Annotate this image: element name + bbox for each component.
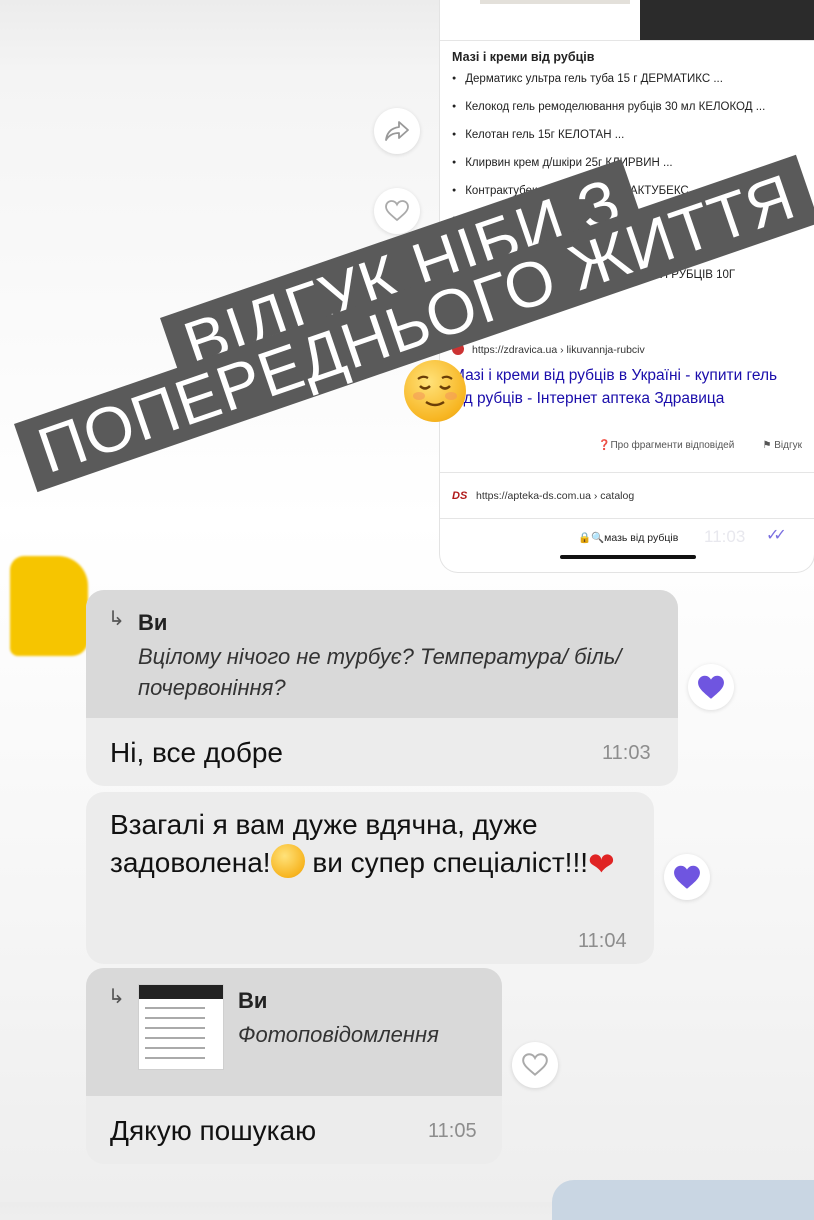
search-icon: 🔍 <box>591 532 605 544</box>
address-bar[interactable]: 🔒🔍мазь від рубців <box>578 531 678 544</box>
heart-outline-icon <box>522 1053 548 1076</box>
home-indicator <box>560 555 696 559</box>
message-time: 11:04 <box>578 930 627 952</box>
heart-purple-icon <box>698 675 724 699</box>
message-bubble[interactable]: ↳ Ви Фотоповідомлення Дякую пошукаю 11:0… <box>86 968 502 1164</box>
thumb-line <box>145 1047 205 1049</box>
list-item[interactable]: Келокод гель ремоделювання рубців 30 мл … <box>452 98 765 126</box>
message-time: 11:03 <box>602 742 651 764</box>
more-link[interactable]: Більше... <box>452 298 498 310</box>
flag-icon: ⚑ <box>762 440 775 451</box>
divider <box>440 472 814 473</box>
list-item[interactable]: Дерматикс ультра гель туба 15 г ДЕРМАТИК… <box>452 70 765 98</box>
list-item[interactable]: СТРАТАДЕРМ ГЕЛЬ ДЛЯ ЛІКУВАННЯ РУБЦІВ 10Г <box>452 266 765 294</box>
photo-thumbnail[interactable] <box>138 984 224 1070</box>
share-button[interactable] <box>374 108 420 154</box>
reply-author: Ви <box>138 610 168 635</box>
dark-image-block <box>640 0 814 40</box>
source-url[interactable]: https://zdravica.ua › likuvannja-rubciv <box>472 344 645 356</box>
message-text: Взагалі я вам дуже вдячна, дуже задоволе… <box>110 809 615 882</box>
reply-quote[interactable]: ↳ Ви Фотоповідомлення <box>86 968 502 1096</box>
reply-text: Фотоповідомлення <box>238 1022 439 1047</box>
red-heart-emoji-icon: ❤ <box>588 846 615 882</box>
list-item[interactable]: Гель силікон. 15 ... <box>452 238 765 266</box>
source-url-ds[interactable]: https://apteka-ds.com.ua › catalog <box>476 490 634 502</box>
ds-logo: DS <box>452 490 468 502</box>
reaction-button[interactable] <box>512 1042 558 1088</box>
smiley-emoji-icon <box>270 844 305 878</box>
message-bubble[interactable]: ↳ Ви Вцілому нічого не турбує? Температу… <box>86 590 678 786</box>
thumb-line <box>145 1037 205 1039</box>
reply-text: Вцілому нічого не турбує? Температура/ б… <box>138 644 622 700</box>
message-time: 11:03 <box>704 527 746 546</box>
list-item[interactable]: Клирвин крем д/шкіри 25г КЛИРВИН ... <box>452 154 765 182</box>
avatar[interactable] <box>10 556 88 656</box>
lock-icon: 🔒 <box>578 532 592 544</box>
product-image-strip <box>480 0 630 4</box>
feedback-link[interactable]: ⚑ Відгук <box>763 440 803 451</box>
reaction-button[interactable] <box>664 854 710 900</box>
thumb-line <box>145 1007 205 1009</box>
next-message-bubble[interactable] <box>552 1180 814 1220</box>
heart-outline-icon <box>385 200 409 222</box>
message-text: Ні, все добре <box>110 737 284 768</box>
reply-quote[interactable]: ↳ Ви Вцілому нічого не турбує? Температу… <box>86 590 678 718</box>
relieved-face-emoji-icon <box>404 360 466 422</box>
thumb-line <box>145 1017 205 1019</box>
result-heading: Мазі і креми від рубців <box>452 50 595 64</box>
reaction-button[interactable] <box>688 664 734 710</box>
list-item[interactable]: Келотан гель 15г КЕЛОТАН ... <box>452 126 765 154</box>
reply-author: Ви <box>238 988 268 1013</box>
divider <box>440 40 814 41</box>
message-bubble[interactable]: Взагалі я вам дуже вдячна, дуже задоволе… <box>86 792 654 964</box>
heart-purple-icon <box>674 865 700 889</box>
like-button[interactable] <box>374 188 420 234</box>
thumb-line <box>145 1057 205 1059</box>
share-icon <box>385 121 409 141</box>
search-screenshot-card: Мазі і креми від рубців Дерматикс ультра… <box>440 0 814 572</box>
thumb-line <box>145 1027 205 1029</box>
site-favicon-icon <box>452 343 464 355</box>
divider <box>440 518 814 519</box>
double-check-icon: ✓✓ <box>766 527 787 544</box>
list-item[interactable]: Контрактубекс гель 20г КОНТРАКТУБЕКС ... <box>452 182 765 210</box>
result-title-link[interactable]: Мазі і креми від рубців в Україні - купи… <box>452 364 802 410</box>
thumb-header <box>139 985 223 999</box>
list-item[interactable]: Крем-гель «Дермофібразе» ... <box>452 210 765 238</box>
product-list: Дерматикс ультра гель туба 15 г ДЕРМАТИК… <box>452 70 765 294</box>
help-icon: ❓ <box>598 440 611 451</box>
fragments-link[interactable]: ❓Про фрагменти відповідей <box>598 440 734 451</box>
message-time: 11:05 <box>428 1120 477 1142</box>
message-text: Дякую пошукаю <box>110 1115 317 1146</box>
reply-arrow-icon: ↳ <box>108 608 125 630</box>
reply-arrow-icon: ↳ <box>108 986 125 1008</box>
